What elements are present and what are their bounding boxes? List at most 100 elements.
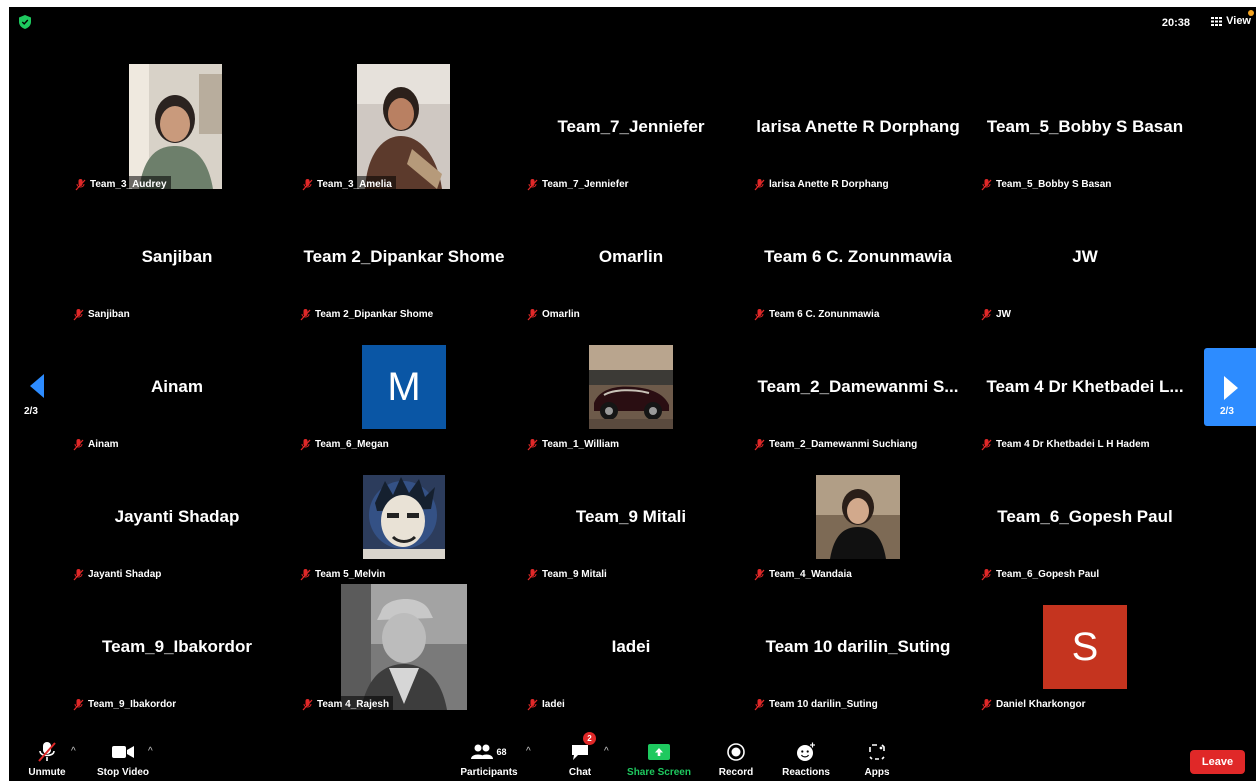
- participants-options-caret[interactable]: ^: [526, 746, 531, 757]
- participant-tile[interactable]: Team 4 Dr Khetbadei L... Team 4 Dr Khetb…: [972, 324, 1198, 454]
- participant-display-name: Ainam: [151, 377, 203, 396]
- participant-tile[interactable]: Team_2_Damewanmi S... Team_2_Damewanmi S…: [745, 324, 971, 454]
- muted-mic-icon: [981, 699, 992, 711]
- muted-mic-icon: [754, 439, 765, 451]
- participant-name: Team 5_Melvin: [315, 569, 386, 580]
- participant-tile[interactable]: JW JW: [972, 194, 1198, 324]
- participant-name: Team_1_William: [542, 439, 619, 450]
- name-label: Team_4_Wandaia: [754, 566, 856, 584]
- share-screen-button[interactable]: Share Screen: [623, 739, 695, 781]
- audio-options-caret[interactable]: ^: [71, 746, 76, 757]
- participant-name: Team 2_Dipankar Shome: [315, 309, 434, 320]
- participant-name: Daniel Kharkongor: [996, 699, 1086, 710]
- participants-count: 68: [496, 747, 507, 757]
- muted-mic-icon: [75, 179, 86, 191]
- participant-display-name: Team 4 Dr Khetbadei L...: [986, 377, 1184, 396]
- previous-page-button[interactable]: 2/3: [24, 374, 54, 424]
- participant-tile[interactable]: M Team_6_Megan: [291, 324, 517, 454]
- apps-icon: [869, 744, 885, 760]
- reactions-label: Reactions: [782, 767, 830, 778]
- participant-name: larisa Anette R Dorphang: [769, 179, 889, 190]
- participant-name: Ainam: [88, 439, 119, 450]
- arrow-right-icon: [1224, 376, 1238, 400]
- participant-name: Team_4_Wandaia: [769, 569, 852, 580]
- stop-video-button[interactable]: Stop Video: [93, 739, 153, 781]
- participant-name: Sanjiban: [88, 309, 130, 320]
- participant-name: Jayanti Shadap: [88, 569, 162, 580]
- participant-display-name: Team_2_Damewanmi S...: [757, 377, 959, 396]
- participant-tile[interactable]: Ainam Ainam: [64, 324, 290, 454]
- participant-name: Team_6_Gopesh Paul: [996, 569, 1100, 580]
- participant-tile[interactable]: Team 4_Rajesh: [291, 584, 517, 714]
- video-camera-icon: [112, 746, 134, 758]
- video-options-caret[interactable]: ^: [148, 746, 153, 757]
- participant-tile[interactable]: larisa Anette R Dorphang larisa Anette R…: [745, 64, 971, 194]
- participant-name: Iadei: [542, 699, 565, 710]
- name-label: Team_9_Ibakordor: [73, 696, 180, 714]
- avatar-letter: S: [1071, 624, 1099, 669]
- name-label: Team_2_Damewanmi Suchiang: [754, 436, 921, 454]
- muted-mic-icon: [300, 309, 311, 321]
- participant-display-name: Team 6 C. Zonunmawia: [764, 247, 952, 266]
- unmute-button[interactable]: Unmute: [24, 739, 70, 781]
- participant-tile[interactable]: Team_9_Ibakordor Team_9_Ibakordor: [64, 584, 290, 714]
- participant-display-name: Jayanti Shadap: [114, 507, 240, 526]
- participant-display-name: Team 2_Dipankar Shome: [303, 247, 505, 266]
- name-label: Jayanti Shadap: [73, 566, 165, 584]
- stop-video-label: Stop Video: [96, 767, 150, 778]
- participant-name: Team_9_Ibakordor: [88, 699, 177, 710]
- participants-button[interactable]: 68 Participants: [457, 739, 521, 781]
- meeting-window: 20:38 View 2/3 2/3 Team_3_Audrey Team_3_…: [9, 7, 1256, 781]
- view-button-label: View: [1226, 15, 1251, 27]
- meeting-toolbar: Unmute ^ Stop Video ^ 68 Participants ^ …: [9, 732, 1256, 781]
- reactions-smiley-icon: [797, 742, 815, 761]
- name-label: Sanjiban: [73, 306, 134, 324]
- view-button[interactable]: View: [1211, 15, 1251, 27]
- participant-tile[interactable]: Team 6 C. Zonunmawia Team 6 C. Zonunmawi…: [745, 194, 971, 324]
- participant-name: Team 10 darilin_Suting: [769, 699, 878, 710]
- participant-tile[interactable]: Omarlin Omarlin: [518, 194, 744, 324]
- participant-tile[interactable]: Team_1_William: [518, 324, 744, 454]
- share-screen-label: Share Screen: [627, 767, 691, 778]
- video-feed-rajesh: [341, 584, 467, 710]
- participant-tile[interactable]: Team 5_Melvin: [291, 454, 517, 584]
- name-label: Team_6_Gopesh Paul: [981, 566, 1103, 584]
- participant-tile[interactable]: Team_9 Mitali Team_9 Mitali: [518, 454, 744, 584]
- next-page-button[interactable]: 2/3: [1204, 348, 1256, 426]
- name-label: Team 4_Rajesh: [300, 696, 394, 714]
- name-label: JW: [981, 306, 1015, 324]
- participant-tile[interactable]: Team 10 darilin_Suting Team 10 darilin_S…: [745, 584, 971, 714]
- participant-display-name: Team_9 Mitali: [575, 507, 687, 526]
- avatar-letter: M: [387, 364, 421, 409]
- participant-tile[interactable]: Team_7_Jenniefer Team_7_Jenniefer: [518, 64, 744, 194]
- record-button[interactable]: Record: [713, 739, 759, 781]
- chat-options-caret[interactable]: ^: [604, 746, 609, 757]
- participant-tile[interactable]: Iadei Iadei: [518, 584, 744, 714]
- apps-button[interactable]: Apps: [859, 739, 895, 781]
- chat-button[interactable]: Chat: [562, 739, 598, 781]
- meeting-clock: 20:38: [1161, 17, 1190, 29]
- participant-tile[interactable]: Team_3_Amelia: [291, 64, 517, 194]
- shield-icon[interactable]: [19, 15, 31, 29]
- grid-view-icon: [1211, 16, 1223, 26]
- participant-name: Omarlin: [542, 309, 580, 320]
- participant-tile[interactable]: Jayanti Shadap Jayanti Shadap: [64, 454, 290, 584]
- participant-tile[interactable]: Team 2_Dipankar Shome Team 2_Dipankar Sh…: [291, 194, 517, 324]
- participant-tile[interactable]: Team_3_Audrey: [64, 64, 290, 194]
- name-label: Team_1_William: [527, 436, 623, 454]
- participant-tile[interactable]: Sanjiban Sanjiban: [64, 194, 290, 324]
- participant-tile[interactable]: S Daniel Kharkongor: [972, 584, 1198, 714]
- name-label: Iadei: [527, 696, 569, 714]
- muted-mic-icon: [527, 699, 538, 711]
- name-label: larisa Anette R Dorphang: [754, 176, 893, 194]
- participant-tile[interactable]: Team_6_Gopesh Paul Team_6_Gopesh Paul: [972, 454, 1198, 584]
- leave-button[interactable]: Leave: [1190, 750, 1245, 774]
- muted-mic-icon: [754, 179, 765, 191]
- participant-display-name: Team_6_Gopesh Paul: [997, 507, 1173, 526]
- reactions-button[interactable]: Reactions: [779, 739, 833, 781]
- name-label: Team_5_Bobby S Basan: [981, 176, 1115, 194]
- avatar: S: [1043, 605, 1127, 689]
- muted-mic-icon: [302, 179, 313, 191]
- participant-tile[interactable]: Team_4_Wandaia: [745, 454, 971, 584]
- participant-tile[interactable]: Team_5_Bobby S Basan Team_5_Bobby S Basa…: [972, 64, 1198, 194]
